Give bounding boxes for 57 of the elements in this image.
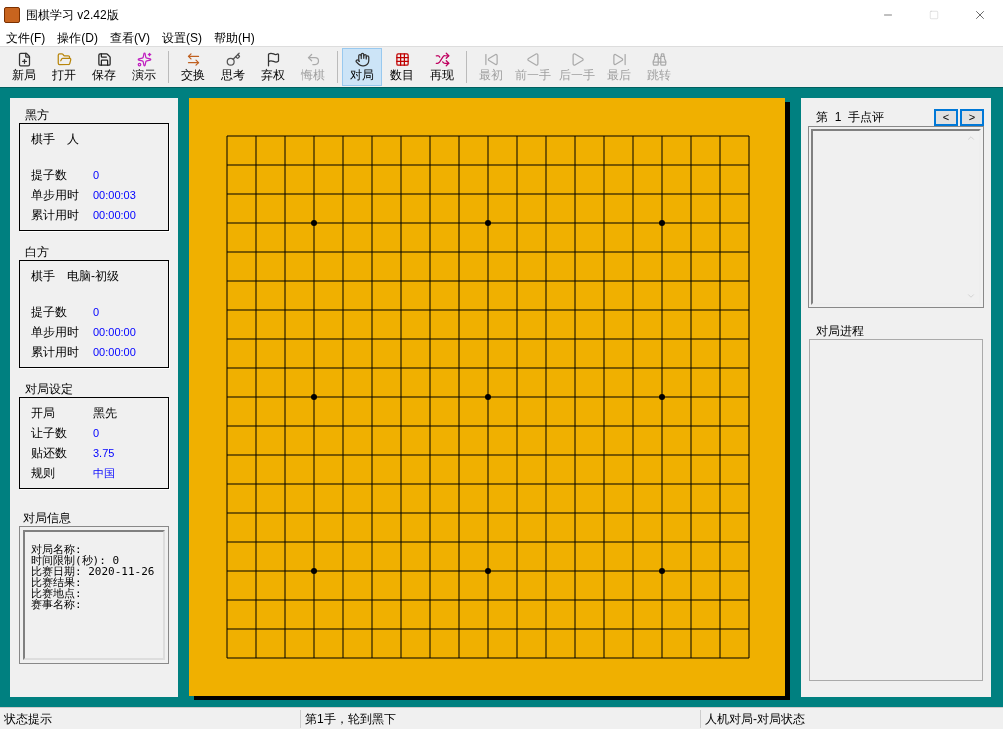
progress-title: 对局进程 xyxy=(816,323,865,339)
toolbar-button[interactable]: 数目 xyxy=(382,48,422,86)
menu-item[interactable]: 文件(F) xyxy=(2,29,50,47)
field-label: 棋手 xyxy=(31,131,56,148)
field-label: 单步用时 xyxy=(31,324,80,341)
menu-item[interactable]: 帮助(H) xyxy=(210,29,259,47)
toolbar-button[interactable]: 思考 xyxy=(213,48,253,86)
previous-button[interactable]: < xyxy=(934,108,958,126)
menu-item[interactable]: 操作(D) xyxy=(53,29,102,47)
info-line: 比赛地点: xyxy=(31,588,83,599)
next-button[interactable]: > xyxy=(960,108,984,126)
comment-title: 第 1 手点评 xyxy=(816,109,884,126)
field-label: 累计用时 xyxy=(31,344,80,361)
field-value: 人 xyxy=(67,131,79,148)
field-label: 贴还数 xyxy=(31,445,68,462)
info-line: 赛事名称: xyxy=(31,599,83,610)
toolbar-button[interactable]: 弃权 xyxy=(253,48,293,86)
toolbar-button[interactable]: 保存 xyxy=(84,48,124,86)
field-label: 让子数 xyxy=(31,425,68,442)
toolbar-button[interactable]: 演示 xyxy=(124,48,164,86)
group-title: 对局信息 xyxy=(22,510,72,526)
group-title: 对局设定 xyxy=(24,381,74,397)
field-value: 00:00:00 xyxy=(93,207,136,223)
info-line: 比赛结果: xyxy=(31,577,83,588)
toolbar-button[interactable]: 再现 xyxy=(422,48,462,86)
field-label: 棋手 xyxy=(31,268,56,285)
toolbar-button[interactable]: 新局 xyxy=(4,48,44,86)
toolbar-button[interactable]: 打开 xyxy=(44,48,84,86)
field-value: 3.75 xyxy=(93,445,115,461)
group-title: 白方 xyxy=(24,244,50,260)
status-text: 第1手，轮到黑下 xyxy=(300,709,700,728)
field-value: 0 xyxy=(93,425,100,441)
field-value: 00:00:00 xyxy=(93,324,136,340)
field-label: 开局 xyxy=(31,405,56,422)
field-value: 00:00:03 xyxy=(93,187,136,203)
status-text: 人机对局-对局状态 xyxy=(700,709,1003,728)
menu-item[interactable]: 设置(S) xyxy=(158,29,206,47)
field-value: 黑先 xyxy=(93,405,117,422)
info-line: 比赛日期: 2020-11-26 xyxy=(31,566,156,577)
group-title: 黑方 xyxy=(24,107,50,123)
field-label: 单步用时 xyxy=(31,187,80,204)
field-label: 提子数 xyxy=(31,167,68,184)
toolbar-button[interactable]: 对局 xyxy=(342,48,382,86)
field-value: 00:00:00 xyxy=(93,344,136,360)
field-label: 提子数 xyxy=(31,304,68,321)
field-label: 累计用时 xyxy=(31,207,80,224)
field-value: 0 xyxy=(93,167,100,183)
field-value: 0 xyxy=(93,304,100,320)
status-text: 状态提示 xyxy=(3,710,53,728)
field-value: 电脑-初级 xyxy=(67,268,119,285)
field-label: 规则 xyxy=(31,465,56,482)
info-line: 对局名称: xyxy=(31,544,82,555)
info-line: 时间限制(秒): 0 xyxy=(31,555,121,566)
toolbar-button[interactable]: 交换 xyxy=(173,48,213,86)
window-title: 围棋学习 v2.42版 xyxy=(26,7,119,24)
field-value: 中国 xyxy=(93,465,115,481)
menu-item[interactable]: 查看(V) xyxy=(106,29,154,47)
